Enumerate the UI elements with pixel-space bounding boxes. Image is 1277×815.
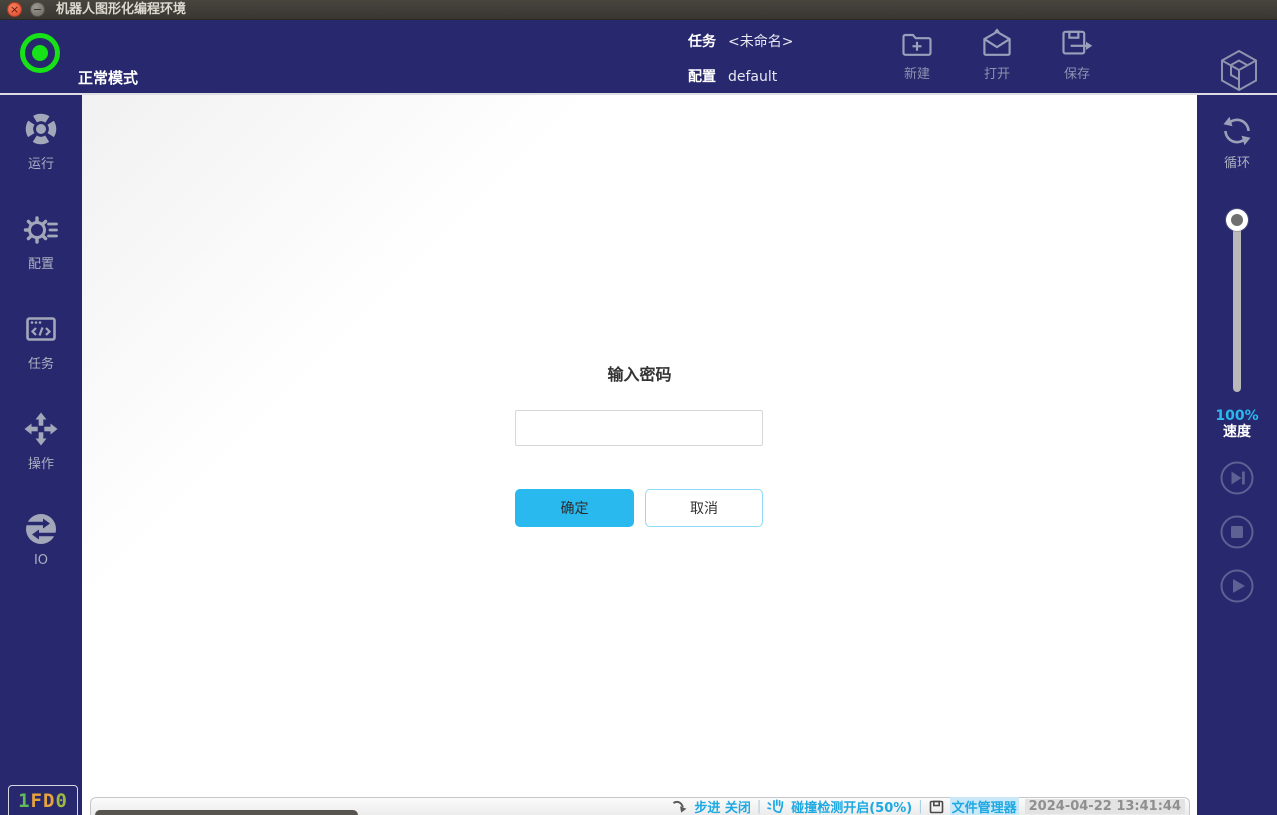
- loop-mode-button[interactable]: 循环: [1197, 115, 1277, 171]
- play-triangle-icon: [1220, 569, 1254, 603]
- speed-label: 速度: [1197, 424, 1277, 440]
- window-title: 机器人图形化编程环境: [56, 0, 186, 20]
- speed-percent-value: 100%: [1197, 408, 1277, 424]
- task-row: 任务 <未命名>: [688, 31, 793, 51]
- gear-settings-icon: [23, 211, 59, 247]
- step-mode-status[interactable]: 步进 关闭: [694, 797, 751, 815]
- cancel-button[interactable]: 取消: [645, 489, 763, 527]
- collision-hand-icon: [767, 799, 785, 814]
- top-navbar: 正常模式 任务 <未命名> 配置 default 新建 打开: [0, 20, 1277, 95]
- file-manager-disk-icon: [929, 800, 944, 814]
- app-window: × − 机器人图形化编程环境 正常模式 任务 <未命名> 配置 default 新建: [0, 0, 1277, 815]
- speed-slider-track[interactable]: [1233, 216, 1241, 392]
- window-minimize-button[interactable]: −: [30, 2, 45, 17]
- code-char: 1: [18, 790, 30, 812]
- status-timestamp: 2024-04-22 13:41:44: [1025, 799, 1185, 814]
- left-sidebar: 运行 配置: [0, 95, 82, 815]
- open-envelope-icon: [979, 26, 1015, 62]
- save-task-label: 保存: [1045, 63, 1109, 82]
- sidebar-run-label: 运行: [0, 153, 82, 172]
- sidebar-item-config[interactable]: 配置: [0, 211, 82, 272]
- save-floppy-icon: [1059, 26, 1095, 62]
- config-row: 配置 default: [688, 66, 777, 86]
- status-separator: |: [757, 799, 761, 814]
- right-sidebar: 循环 100% 速度: [1197, 95, 1277, 815]
- skip-next-icon: [1220, 461, 1254, 495]
- mode-indicator-icon: [20, 33, 60, 73]
- save-task-button[interactable]: 保存: [1045, 26, 1109, 82]
- io-arrows-icon: [23, 511, 59, 547]
- step-forward-button[interactable]: [1220, 461, 1254, 499]
- loop-cycle-icon: [1219, 115, 1255, 147]
- sidebar-io-label: IO: [0, 553, 82, 568]
- stop-button[interactable]: [1220, 515, 1254, 553]
- status-bar: 步进 关闭 | 碰撞检测开启(50%) |: [672, 798, 1185, 815]
- brand-cube-logo-icon: [1215, 47, 1263, 95]
- register-code-box[interactable]: 1FD0: [8, 785, 78, 815]
- confirm-button[interactable]: 确定: [515, 489, 634, 527]
- file-manager-link[interactable]: 文件管理器: [950, 797, 1019, 815]
- code-char: F: [31, 790, 43, 812]
- open-task-label: 打开: [965, 63, 1029, 82]
- window-close-button[interactable]: ×: [7, 2, 22, 17]
- collision-detection-status[interactable]: 碰撞检测开启(50%): [791, 797, 912, 815]
- play-button[interactable]: [1220, 569, 1254, 607]
- move-arrows-icon: [23, 411, 59, 447]
- loop-label: 循环: [1197, 152, 1277, 171]
- config-value: default: [728, 69, 777, 85]
- config-label: 配置: [688, 69, 716, 85]
- sidebar-item-run[interactable]: 运行: [0, 111, 82, 172]
- code-window-icon: [23, 311, 59, 347]
- sidebar-item-operate[interactable]: 操作: [0, 411, 82, 472]
- task-label: 任务: [688, 34, 716, 50]
- new-task-button[interactable]: 新建: [885, 26, 949, 82]
- sidebar-item-task[interactable]: 任务: [0, 311, 82, 372]
- open-task-button[interactable]: 打开: [965, 26, 1029, 82]
- window-titlebar: × − 机器人图形化编程环境: [0, 0, 1277, 20]
- mode-label: 正常模式: [78, 67, 138, 88]
- step-mode-icon: [672, 800, 688, 814]
- sidebar-task-label: 任务: [0, 353, 82, 372]
- speed-readout: 100% 速度: [1197, 408, 1277, 440]
- sidebar-config-label: 配置: [0, 253, 82, 272]
- speed-slider-knob[interactable]: [1226, 209, 1248, 231]
- stop-square-icon: [1220, 515, 1254, 549]
- run-target-icon: [23, 111, 59, 147]
- password-dialog-title: 输入密码: [82, 361, 1197, 385]
- code-char: D: [43, 790, 55, 812]
- task-value: <未命名>: [728, 34, 793, 50]
- password-input[interactable]: [515, 410, 763, 446]
- main-content: 输入密码 确定 取消 步进 关闭 |: [82, 95, 1197, 815]
- status-separator: |: [918, 799, 922, 814]
- bottom-drawer-handle[interactable]: [95, 810, 358, 815]
- new-folder-icon: [899, 26, 935, 62]
- new-task-label: 新建: [885, 63, 949, 82]
- code-char: 0: [55, 790, 67, 812]
- sidebar-item-io[interactable]: IO: [0, 511, 82, 568]
- sidebar-operate-label: 操作: [0, 453, 82, 472]
